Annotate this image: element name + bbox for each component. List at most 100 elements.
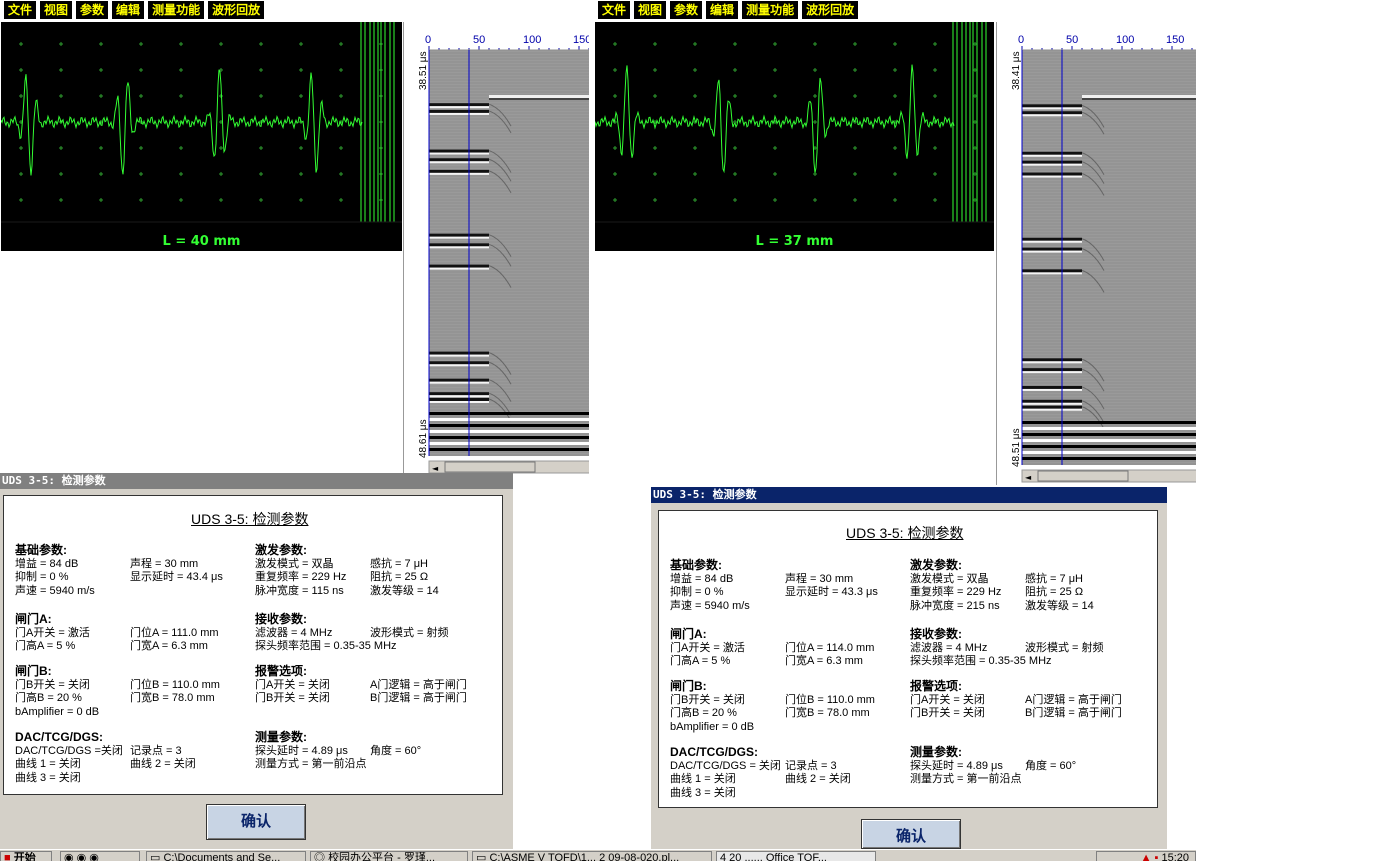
menu-item-0[interactable]: 文件: [4, 1, 37, 19]
right-dialog-titlebar[interactable]: UDS 3-5: 检测参数: [651, 487, 1167, 503]
param-value: 门高B = 20 %: [15, 692, 82, 704]
param-value: 门B开关 = 关闭: [255, 692, 330, 704]
param-row: bAmplifier = 0 dB: [15, 706, 250, 720]
section-pulse: 激发参数: 激发模式 = 双晶 感抗 = 7 μH 重复频率 = 229 Hz 阻抗 =…: [255, 543, 490, 599]
section-header: 激发参数:: [910, 558, 962, 572]
menu-item-1[interactable]: 视图: [634, 1, 667, 19]
menu-item-3[interactable]: 编辑: [706, 1, 739, 19]
right-thickness-readout: L = 37 mm: [755, 234, 834, 249]
menu-item-2[interactable]: 参数: [76, 1, 109, 19]
param-value: 门高B = 20 %: [670, 707, 737, 719]
param-value: 门宽B = 78.0 mm: [785, 707, 870, 719]
menu-item-4[interactable]: 测量功能: [148, 1, 205, 19]
section-header: 测量参数:: [910, 745, 962, 759]
menu-item-4[interactable]: 测量功能: [742, 1, 799, 19]
param-value: 抑制 = 0 %: [15, 571, 69, 583]
scroll-left-icon[interactable]: ◄: [1025, 473, 1032, 482]
left-ok-button[interactable]: 确认: [206, 804, 306, 840]
menu-item-5[interactable]: 波形回放: [802, 1, 859, 19]
taskbar-item-label: C:\ASME V TOFD\1...: [489, 852, 597, 861]
param-row: 门A开关 = 激活 门位A = 111.0 mm: [15, 627, 250, 641]
param-value: 记录点 = 3: [130, 744, 182, 757]
section-alarm: 报警选项: 门A开关 = 关闭 A门逻辑 = 高于闸门 门B开关 = 关闭 B门逻辑 =…: [910, 679, 1145, 721]
param-value: 显示延时 = 43.4 μs: [130, 571, 223, 583]
taskbar-item-1[interactable]: ◎ 校园办公平台 - 罗瑾...: [310, 851, 468, 861]
param-row: 增益 = 84 dB 声程 = 30 mm: [670, 573, 905, 587]
menu-item-2[interactable]: 参数: [670, 1, 703, 19]
param-value: 门宽B = 78.0 mm: [130, 692, 215, 704]
section-basic: 基础参数: 增益 = 84 dB 声程 = 30 mm 抑制 = 0 % 显示延时 = …: [15, 543, 250, 598]
param-value: 阻抗 = 25 Ω: [370, 571, 429, 583]
section-header: 报警选项:: [910, 679, 962, 693]
menu-item-1[interactable]: 视图: [40, 1, 73, 19]
section-header: 报警选项:: [255, 664, 307, 678]
param-value: 激发模式 = 双晶: [910, 572, 989, 585]
param-row: 门A开关 = 关闭 A门逻辑 = 高于闸门: [255, 679, 490, 693]
param-value: A门逻辑 = 高于闸门: [370, 678, 467, 691]
menu-item-0[interactable]: 文件: [598, 1, 631, 19]
taskbar-item-4[interactable]: 4 20 ...... Office TOF...: [716, 851, 876, 861]
left-a-scan[interactable]: L = 40 mm: [1, 22, 402, 251]
left-b-scan[interactable]: 0 50 100 150 38.51 μs 48.61 μs◄: [403, 22, 589, 476]
start-button[interactable]: ■ 开始: [0, 851, 52, 861]
param-value: 角度 = 60°: [370, 744, 422, 757]
param-row: 门B开关 = 关闭 门位B = 110.0 mm: [15, 679, 250, 693]
scroll-thumb[interactable]: [1037, 470, 1129, 482]
section-gateB: 闸门B: 门B开关 = 关闭 门位B = 110.0 mm 门高B = 20 % 门宽B…: [15, 664, 250, 720]
param-value: [130, 772, 250, 786]
param-value: 增益 = 84 dB: [670, 572, 734, 585]
menu-item-5[interactable]: 波形回放: [208, 1, 265, 19]
param-value: B门逻辑 = 高于闸门: [370, 692, 467, 704]
section-header: 闸门A:: [670, 627, 707, 641]
section-header: 基础参数:: [15, 543, 67, 557]
param-row: 抑制 = 0 % 显示延时 = 43.3 μs: [670, 586, 905, 600]
param-value: [785, 600, 905, 614]
menu-item-3[interactable]: 编辑: [112, 1, 145, 19]
param-value: 门位B = 110.0 mm: [130, 678, 220, 691]
left-dialog-titlebar[interactable]: UDS 3-5: 检测参数: [0, 473, 513, 489]
param-value: 角度 = 60°: [1025, 759, 1077, 772]
scroll-thumb[interactable]: [444, 461, 536, 473]
param-value: 激发等级 = 14: [1025, 599, 1094, 612]
right-dialog-body: UDS 3-5: 检测参数 基础参数: 增益 = 84 dB 声程 = 30 mm 抑…: [658, 510, 1158, 808]
system-tray[interactable]: ▲ ▪ 15:20: [1096, 851, 1196, 861]
param-row: 脉冲宽度 = 115 ns 激发等级 = 14: [255, 585, 490, 599]
right-b-scan[interactable]: 0 50 100 150 38.41 μs 48.51 μs ◄: [996, 22, 1196, 485]
param-value: 门位A = 111.0 mm: [130, 626, 219, 639]
param-row: 探头频率范围 = 0.35-35 MHz: [255, 640, 490, 654]
param-value: 声速 = 5940 m/s: [670, 599, 750, 612]
right-dialog-heading: UDS 3-5: 检测参数: [846, 525, 964, 541]
desktop: 文件视图参数编辑测量功能波形回放 L = 40 mm 05010015038.5…: [0, 0, 1378, 861]
param-row: 声速 = 5940 m/s: [670, 600, 905, 614]
start-label: 开始: [13, 852, 36, 861]
param-value: DAC/TCG/DGS = 关闭: [670, 759, 781, 772]
param-row: 探头延时 = 4.89 μs 角度 = 60°: [910, 760, 1145, 774]
quick-launch[interactable]: ◉ ◉ ◉: [60, 851, 140, 861]
section-header: 接收参数:: [255, 612, 307, 626]
taskbar-item-2[interactable]: ▭ C:\ASME V TOFD\1... 2 09-08-020.pl...: [472, 851, 712, 861]
x-tick-label: 150: [573, 34, 589, 46]
param-value: 阻抗 = 25 Ω: [1025, 586, 1084, 598]
folder-icon: ▭: [476, 852, 487, 861]
param-value: 探头频率范围 = 0.35-35 MHz: [910, 655, 1052, 667]
param-row: 门高B = 20 % 门宽B = 78.0 mm: [670, 707, 905, 721]
taskbar-item-label: 2 09-08-020.pl...: [599, 852, 680, 861]
param-row: 重复频率 = 229 Hz 阻抗 = 25 Ω: [910, 586, 1145, 600]
x-tick-label: 0: [1018, 34, 1024, 46]
tray-icons: ▲ ▪: [1140, 852, 1162, 861]
right-a-scan[interactable]: L = 37 mm: [595, 22, 994, 251]
param-row: 脉冲宽度 = 215 ns 激发等级 = 14: [910, 600, 1145, 614]
param-value: 曲线 1 = 关闭: [670, 773, 736, 785]
param-value: 脉冲宽度 = 215 ns: [910, 599, 1000, 612]
param-value: 门位B = 110.0 mm: [785, 693, 875, 706]
param-value: 记录点 = 3: [785, 759, 837, 772]
section-gateA: 闸门A: 门A开关 = 激活 门位A = 114.0 mm 门高A = 5 % 门宽A …: [670, 627, 905, 669]
right-menubar: 文件 视图 参数 编辑 测量功能 波形回放: [594, 0, 862, 20]
param-value: 门B开关 = 关闭: [910, 707, 985, 719]
scroll-left-icon[interactable]: ◄: [432, 464, 439, 473]
param-row: 滤波器 = 4 MHz 波形模式 = 射频: [255, 627, 490, 641]
section-header: 闸门A:: [15, 612, 52, 626]
taskbar-item-0[interactable]: ▭ C:\Documents and Se...: [146, 851, 306, 861]
right-ok-button[interactable]: 确认: [861, 819, 961, 849]
param-value: 声程 = 30 mm: [785, 572, 854, 585]
